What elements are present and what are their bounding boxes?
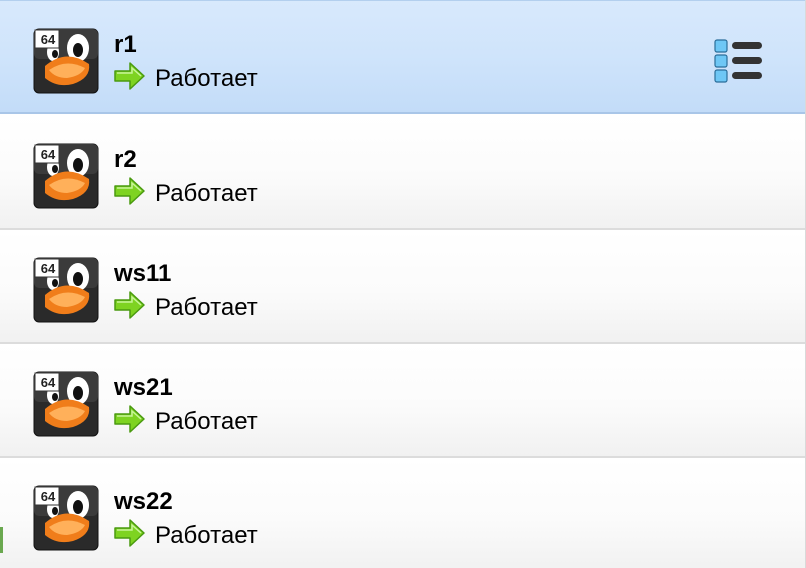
vm-name: ws11 xyxy=(114,260,172,287)
vm-state-label: Работает xyxy=(155,408,258,435)
running-arrow-icon xyxy=(114,519,145,547)
vm-item-ws11[interactable]: 64 ws11 Работает xyxy=(0,230,805,344)
vm-item-ws22[interactable]: 64 ws22 Работает xyxy=(0,458,805,568)
running-arrow-icon xyxy=(114,291,145,319)
running-arrow-icon xyxy=(114,405,145,433)
os-badge: 64 xyxy=(40,375,56,390)
details-menu-icon[interactable] xyxy=(712,38,764,86)
vm-name: ws22 xyxy=(114,488,173,515)
os-badge: 64 xyxy=(40,32,56,47)
running-arrow-icon xyxy=(114,62,145,90)
vm-state-label: Работает xyxy=(155,65,258,92)
vm-state-label: Работает xyxy=(155,180,258,207)
os-badge: 64 xyxy=(40,147,56,162)
vm-name: r1 xyxy=(114,31,137,58)
vm-list: 64 r1 Работает 64 r2 Работает 64 ws11 Ра… xyxy=(0,0,806,568)
vm-name: r2 xyxy=(114,146,137,173)
vm-item-ws21[interactable]: 64 ws21 Работает xyxy=(0,344,805,458)
vm-item-r1[interactable]: 64 r1 Работает xyxy=(0,0,805,114)
os-badge: 64 xyxy=(40,489,56,504)
vm-item-r2[interactable]: 64 r2 Работает xyxy=(0,116,805,230)
running-arrow-icon xyxy=(114,177,145,205)
vm-state-label: Работает xyxy=(155,522,258,549)
os-badge: 64 xyxy=(40,261,56,276)
vm-name: ws21 xyxy=(114,374,173,401)
vm-state-label: Работает xyxy=(155,294,258,321)
edge-marker xyxy=(0,527,3,553)
